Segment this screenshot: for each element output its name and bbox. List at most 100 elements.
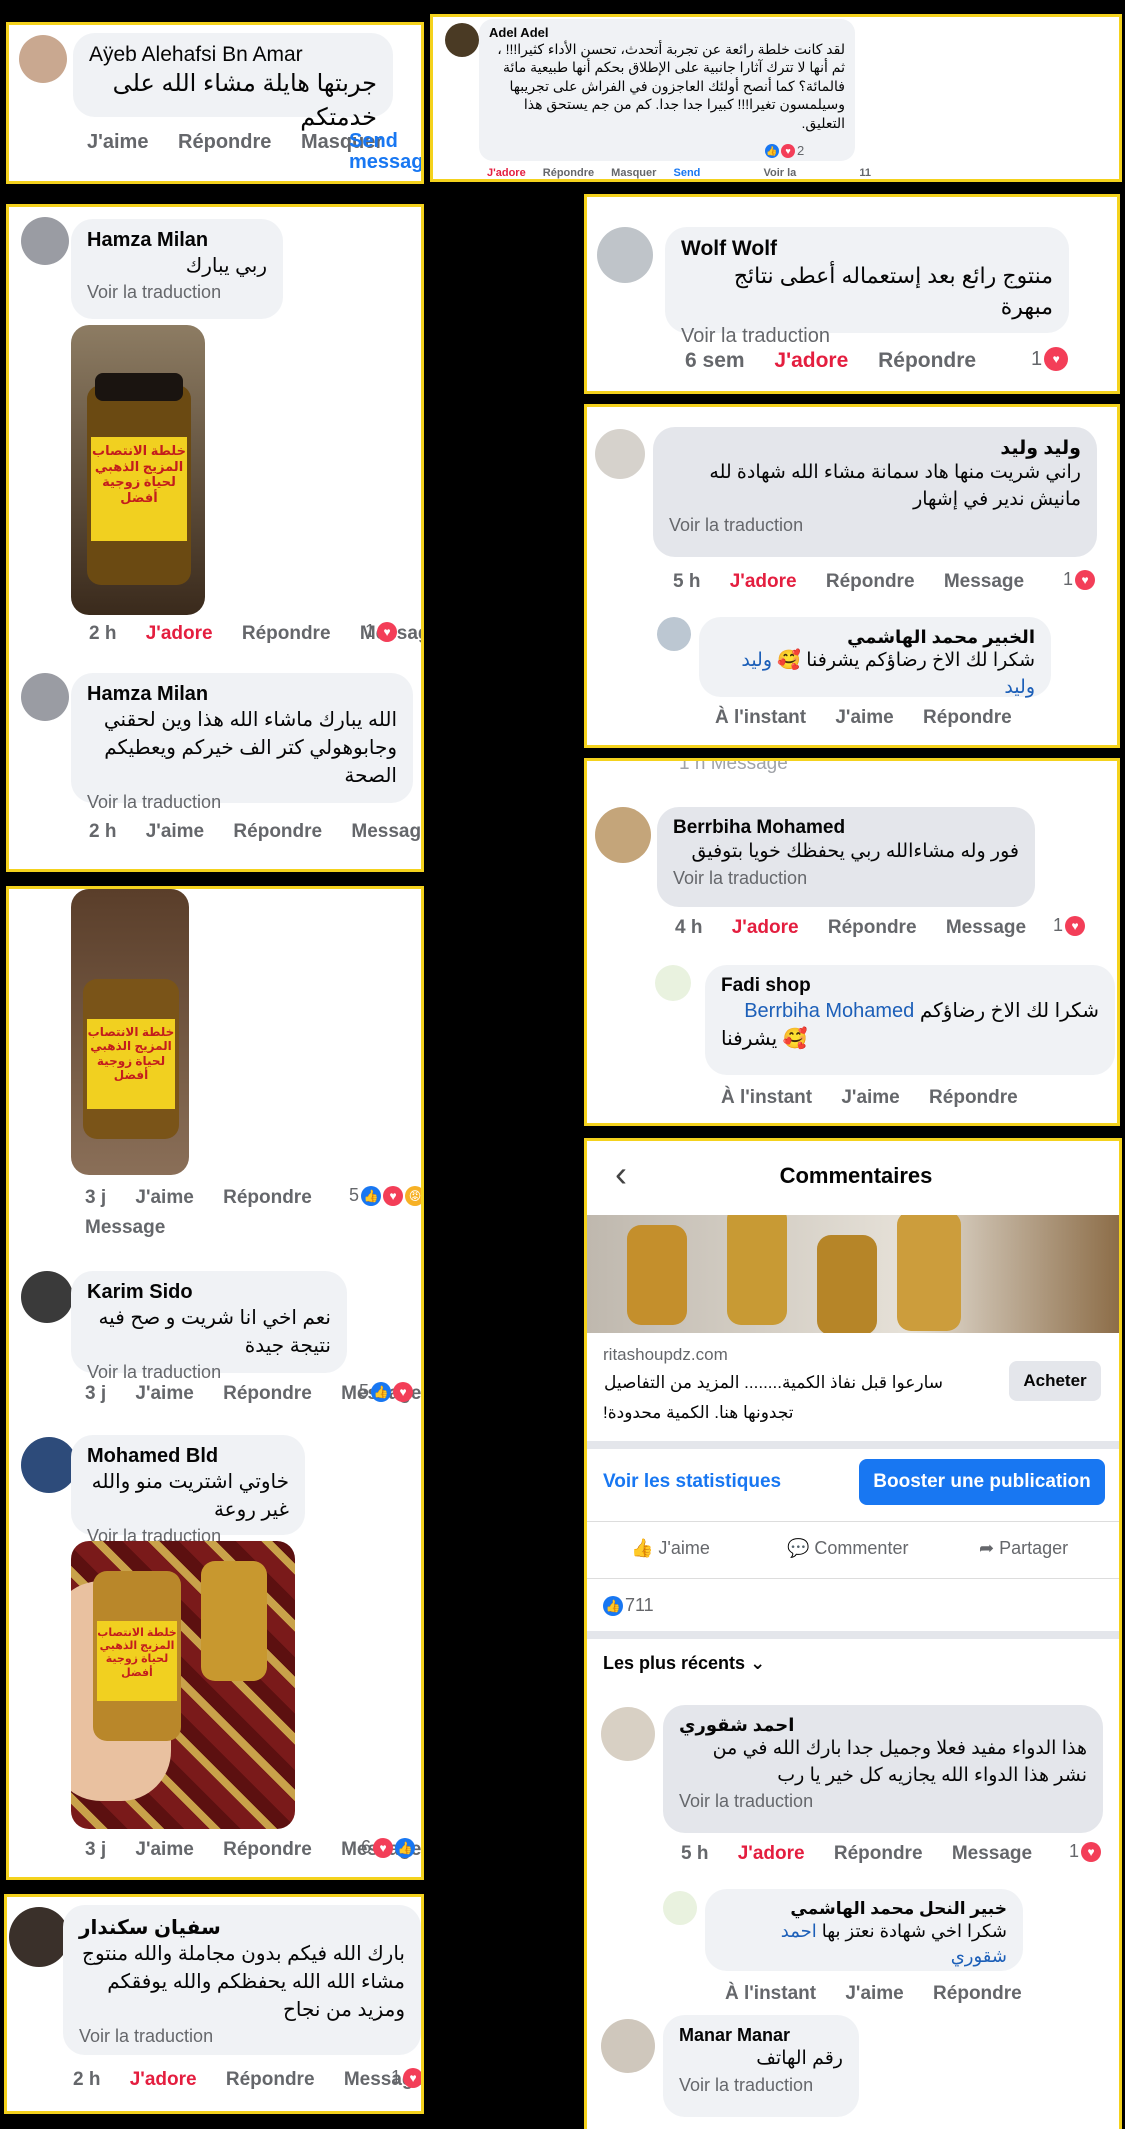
avatar[interactable] [597, 227, 653, 283]
avatar[interactable] [595, 807, 651, 863]
commenter-name[interactable]: Hamza Milan [87, 683, 397, 706]
like-button[interactable]: J'aime [135, 1383, 193, 1404]
hide-button[interactable]: Masquer [611, 167, 656, 179]
translate-link[interactable]: Voir la traduction [87, 282, 267, 303]
reaction-count[interactable]: 5 👍 ♥ 😡 [349, 1185, 421, 1206]
message-button[interactable]: Message [85, 1217, 189, 1239]
boost-button[interactable]: Booster une publication [859, 1459, 1105, 1505]
reply-avatar[interactable] [657, 617, 691, 651]
commenter-name[interactable]: Berrbiha Mohamed [673, 817, 1019, 839]
product-photo[interactable]: خلطة الانتصاب المزيج الذهبي لحياة زوجية … [71, 1541, 295, 1829]
translate-link[interactable]: Voir la traduction [681, 325, 1053, 348]
avatar[interactable] [19, 35, 67, 83]
translate-link[interactable]: Voir la traduction [679, 2075, 843, 2096]
love-button[interactable]: J'adore [146, 623, 213, 644]
commenter-name[interactable]: Wolf Wolf [681, 237, 1053, 261]
like-button[interactable]: J'aime [841, 1087, 899, 1108]
love-button[interactable]: J'adore [738, 1843, 805, 1864]
like-button[interactable]: J'aime [135, 1187, 193, 1208]
send-button[interactable]: Send [673, 167, 700, 179]
product-photo[interactable]: خلطة الانتصاب المزيج الذهبي لحياة زوجية … [71, 325, 205, 615]
reply-button[interactable]: Répondre [826, 571, 915, 592]
message-button[interactable]: Message [952, 1843, 1032, 1864]
commenter-name[interactable]: Hamza Milan [87, 229, 267, 252]
avatar[interactable] [9, 1907, 69, 1967]
reply-button[interactable]: Répondre [923, 707, 1012, 728]
ad-domain[interactable]: ritashoupdz.com [603, 1345, 728, 1365]
commenter-name[interactable]: Mohamed Bld [87, 1445, 289, 1468]
reply-button[interactable]: Répondre [226, 2069, 315, 2090]
comment-action[interactable]: 💬 Commenter [787, 1538, 908, 1559]
reaction-count[interactable]: 1 ♥ [1031, 347, 1069, 371]
avatar[interactable] [21, 673, 69, 721]
love-button[interactable]: J'adore [774, 349, 848, 372]
reply-button[interactable]: Répondre [834, 1843, 923, 1864]
avatar[interactable] [21, 1271, 73, 1323]
avatar[interactable] [21, 217, 69, 265]
translate-link[interactable]: Voir la traduction [79, 2026, 405, 2047]
love-button[interactable]: J'adore [130, 2069, 197, 2090]
love-button[interactable]: J'adore [730, 571, 797, 592]
commenter-name[interactable]: Aÿeb Alehafsi Bn Amar [89, 43, 377, 67]
reaction-count[interactable]: 1 ♥ [1053, 915, 1086, 936]
share-action[interactable]: ➦ Partager [979, 1538, 1068, 1559]
reply-button[interactable]: Répondre [933, 1983, 1022, 2004]
reply-button[interactable]: Répondre [929, 1087, 1018, 1108]
reaction-count[interactable]: 1 ♥ [1063, 569, 1096, 590]
avatar[interactable] [601, 2019, 655, 2073]
commenter-name[interactable]: Manar Manar [679, 2025, 843, 2046]
avatar[interactable] [21, 1437, 77, 1493]
commenter-name[interactable]: خبير النحل محمد الهاشمي [721, 1899, 1007, 1919]
reaction-count[interactable]: 1 ♥ [1069, 1841, 1102, 1862]
likes-count[interactable]: 👍 711 [603, 1595, 654, 1616]
ad-image[interactable] [587, 1215, 1119, 1333]
like-button[interactable]: J'aime [146, 821, 204, 842]
translate-link[interactable]: Voir la traduction [87, 792, 397, 813]
like-button[interactable]: J'aime [87, 131, 148, 153]
translate-link[interactable]: Voir la traduction [669, 515, 1081, 536]
commenter-name[interactable]: احمد شقوري [679, 1715, 1087, 1736]
reaction-count[interactable]: 👍 ♥ 2 [765, 143, 804, 158]
message-button[interactable]: Message [351, 821, 421, 842]
see-more-link[interactable]: Voir la [763, 167, 796, 179]
reaction-count[interactable]: 6 ♥ 👍 [361, 1837, 416, 1858]
translate-link[interactable]: Voir la traduction [679, 1791, 1087, 1812]
reply-button[interactable]: Répondre [878, 349, 976, 372]
reply-button[interactable]: Répondre [178, 131, 271, 153]
reply-button[interactable]: Répondre [223, 1383, 312, 1404]
reply-button[interactable]: Répondre [233, 821, 322, 842]
reaction-count[interactable]: 1 ♥ [365, 621, 398, 642]
commenter-name[interactable]: وليد وليد [669, 437, 1081, 460]
commenter-name[interactable]: سفيان سكندار [79, 1915, 405, 1940]
like-button[interactable]: J'aime [135, 1839, 193, 1860]
like-button[interactable]: J'aime [835, 707, 893, 728]
reply-button[interactable]: Répondre [828, 917, 917, 938]
love-button[interactable]: J'adore [732, 917, 799, 938]
commenter-name[interactable]: Adel Adel [489, 25, 845, 40]
reply-button[interactable]: Répondre [223, 1187, 312, 1208]
message-button[interactable]: Message [946, 917, 1026, 938]
reply-avatar[interactable] [663, 1891, 697, 1925]
send-message-button[interactable]: Send message [349, 131, 421, 173]
avatar[interactable] [595, 429, 645, 479]
commenter-name[interactable]: Karim Sido [87, 1281, 331, 1304]
love-button[interactable]: J'adore [487, 167, 526, 179]
like-button[interactable]: J'aime [845, 1983, 903, 2004]
mention-link[interactable]: Berrbiha Mohamed [744, 1000, 914, 1022]
sort-dropdown[interactable]: Les plus récents ⌄ [603, 1653, 765, 1674]
message-button[interactable]: Message [944, 571, 1024, 592]
translate-link[interactable]: Voir la traduction [87, 1362, 331, 1383]
reply-button[interactable]: Répondre [223, 1839, 312, 1860]
reply-button[interactable]: Répondre [543, 167, 594, 179]
buy-button[interactable]: Acheter [1009, 1361, 1101, 1401]
avatar[interactable] [601, 1707, 655, 1761]
reply-avatar[interactable] [655, 965, 691, 1001]
product-photo[interactable]: خلطة الانتصاب المزيج الذهبي لحياة زوجية … [71, 889, 189, 1175]
reaction-count[interactable]: 5 👍 ♥ [359, 1381, 414, 1402]
reaction-count[interactable]: 1 ♥ [391, 2067, 421, 2088]
stats-link[interactable]: Voir les statistiques [603, 1471, 781, 1493]
avatar[interactable] [445, 23, 479, 57]
commenter-name[interactable]: Fadi shop [721, 975, 1099, 997]
reply-button[interactable]: Répondre [242, 623, 331, 644]
like-action[interactable]: 👍 J'aime [631, 1538, 710, 1559]
